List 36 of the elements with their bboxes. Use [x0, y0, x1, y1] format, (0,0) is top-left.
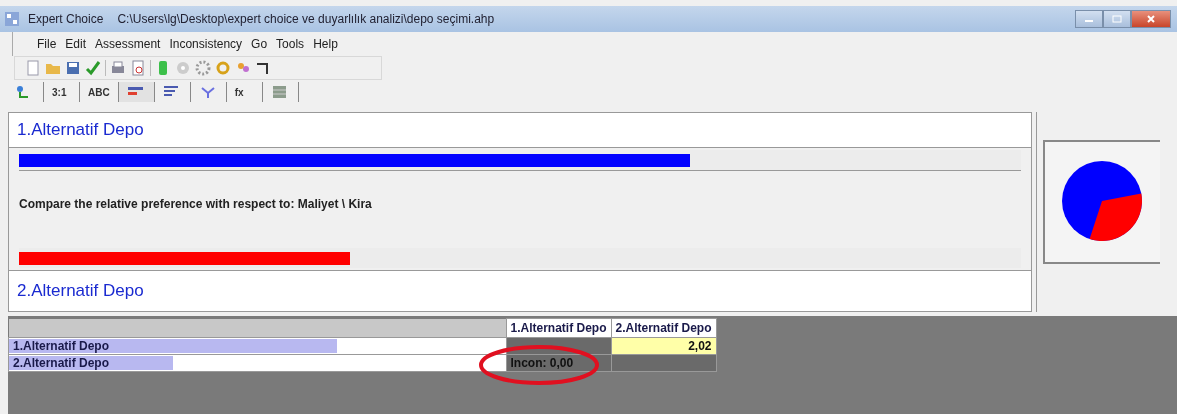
menu-item[interactable]: Inconsistency	[169, 37, 243, 51]
table-icon	[270, 85, 289, 99]
menu-item[interactable]: Assessment	[95, 37, 161, 51]
row-label: 1.Alternatif Depo	[12, 339, 109, 353]
matrix-cell: Incon: 0,00	[510, 356, 574, 370]
menu-item[interactable]: Edit	[65, 37, 87, 51]
alternative-label: 2.Alternatif Depo	[9, 270, 1031, 311]
column-header: 1.Alternatif Depo	[506, 318, 611, 338]
menu-item[interactable]: Tools	[276, 37, 305, 51]
gear-icon[interactable]	[195, 60, 211, 76]
view-tab[interactable]: 3:1	[44, 82, 80, 102]
menu-item[interactable]: File	[37, 37, 57, 51]
view-tab[interactable]	[118, 82, 155, 102]
print-preview-icon[interactable]	[130, 60, 146, 76]
sorted-bars-icon	[162, 85, 181, 99]
app-icon	[4, 11, 20, 27]
maximize-button[interactable]	[1103, 10, 1131, 28]
matrix-cell: 2,02	[688, 339, 712, 353]
new-file-icon[interactable]	[25, 60, 41, 76]
maximize-icon	[1112, 15, 1122, 23]
comparison-question: Compare the relative preference with respect to: Maliyet \ Kira	[18, 196, 373, 211]
close-button[interactable]	[1131, 10, 1171, 28]
row-label: 2.Alternatif Depo	[12, 356, 109, 370]
window-title: Expert Choice	[28, 12, 104, 26]
alternative-label: 1.Alternatif Depo	[9, 113, 1031, 148]
save-icon[interactable]	[65, 60, 81, 76]
view-tab[interactable]: fx	[226, 82, 263, 102]
menu-item[interactable]: Go	[251, 37, 268, 51]
file-path: C:\Users\lg\Desktop\expert choice ve duyarlılık analizi\depo seçimi.ahp	[117, 12, 495, 26]
view-tab[interactable]: ABC	[80, 82, 119, 102]
print-icon[interactable]	[110, 60, 126, 76]
menu-item[interactable]: Help	[313, 37, 338, 51]
close-icon	[1146, 15, 1156, 23]
column-header: 2.Alternatif Depo	[611, 318, 717, 338]
checkmark-icon[interactable]	[85, 60, 101, 76]
minimize-button[interactable]	[1075, 10, 1103, 28]
